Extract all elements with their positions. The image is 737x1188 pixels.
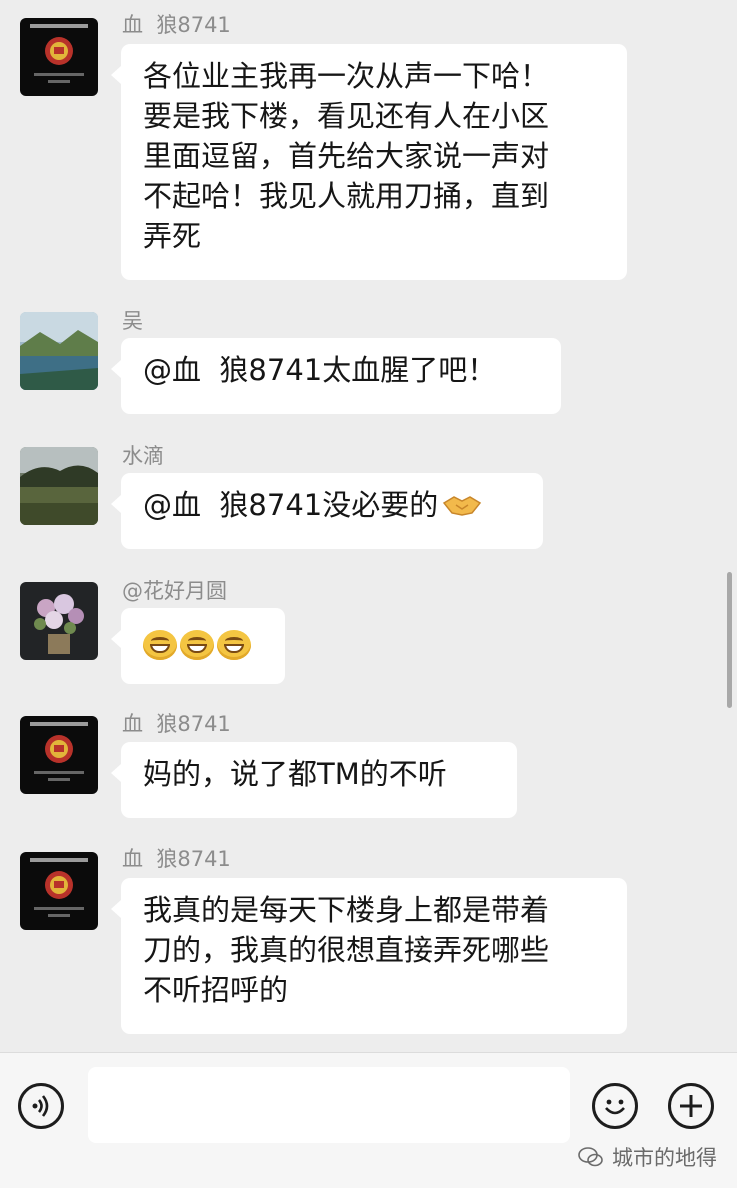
grin-emoji [143,630,177,660]
sender-name: @花好月圆 [122,579,227,603]
smiley-icon [605,1099,625,1115]
handshake-emoji [443,496,482,516]
avatar-field-landscape[interactable] [20,447,98,525]
sender-name: 水滴 [122,444,164,468]
sender-name: 血 狼8741 [122,847,231,871]
emoji-button[interactable] [592,1083,638,1129]
message-line: 弄死 [143,219,202,253]
message-line [143,626,263,666]
message-line: 妈的，说了都TM的不听 [143,757,447,791]
wechat-icon [578,1147,603,1167]
message-line: @血 狼8741没必要的 [143,485,521,525]
avatar-police-emblem[interactable] [20,18,98,96]
message-line: 不听招呼的 [143,973,289,1007]
chat-area[interactable]: 血 狼8741 各位业主我再一次从声一下哈！ 要是我下楼，看见还有人在小区 里面… [0,0,737,1052]
scrollbar[interactable] [727,572,732,708]
message-bubble[interactable]: @血 狼8741太血腥了吧！ [111,338,561,414]
watermark: 城市的地得 [578,1142,717,1172]
message-bubble[interactable]: 妈的，说了都TM的不听 [111,742,517,818]
message-bubble[interactable]: 我真的是每天下楼身上都是带着 刀的，我真的很想直接弄死哪些 不听招呼的 [111,878,627,1034]
message-bubble[interactable]: @血 狼8741没必要的 [111,473,543,549]
avatar-police-emblem[interactable] [20,852,98,930]
message-line: @血 狼8741太血腥了吧！ [143,353,497,387]
message-line: 要是我下楼，看见还有人在小区 [143,99,550,133]
message-line: 各位业主我再一次从声一下哈！ [143,59,550,93]
message-line: 我真的是每天下楼身上都是带着 [143,893,550,927]
sender-name: 吴 [122,309,143,333]
sender-name: 血 狼8741 [122,712,231,736]
more-button[interactable] [668,1083,714,1129]
message-bubble[interactable] [111,608,285,684]
watermark-text: 城市的地得 [612,1146,717,1170]
avatar-police-emblem[interactable] [20,716,98,794]
plus-icon [680,1095,702,1117]
grin-emoji [180,630,214,660]
input-toolbar: 城市的地得 [0,1052,737,1188]
avatar-lake-landscape[interactable] [20,312,98,390]
message-line: 刀的，我真的很想直接弄死哪些 [143,933,550,967]
avatar-flower-bouquet[interactable] [20,582,98,660]
message-input[interactable] [88,1067,570,1143]
message-line: 不起哈！我见人就用刀捅，直到 [143,179,550,213]
grin-emoji [217,630,251,660]
sender-name: 血 狼8741 [122,13,231,37]
voice-icon [32,1095,49,1117]
message-bubble[interactable]: 各位业主我再一次从声一下哈！ 要是我下楼，看见还有人在小区 里面逗留，首先给大家… [111,44,627,280]
message-line: 里面逗留，首先给大家说一声对 [143,139,550,173]
voice-input-button[interactable] [18,1083,64,1129]
message-text: @血 狼8741没必要的 [143,488,439,522]
